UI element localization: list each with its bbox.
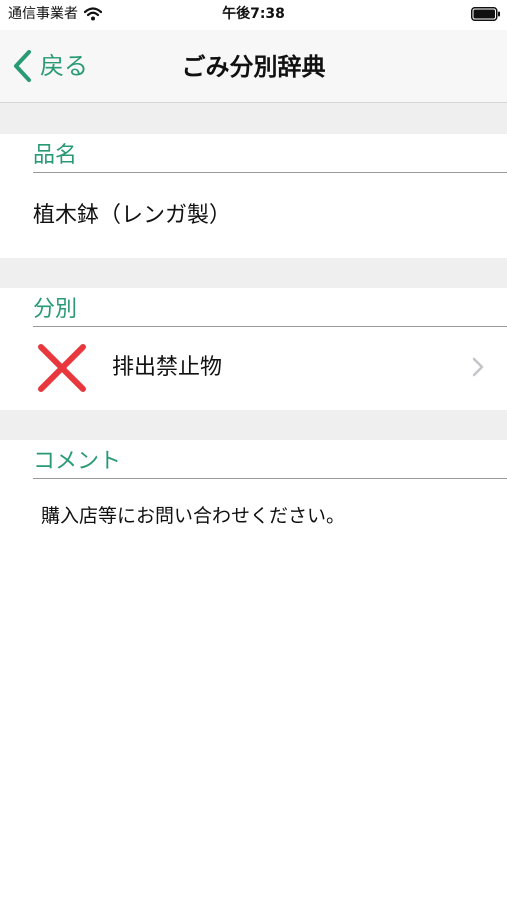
navigation-bar: 戻る ごみ分別辞典 <box>0 30 507 103</box>
classification-row[interactable]: 排出禁止物 <box>0 326 507 408</box>
page-title: ごみ分別辞典 <box>181 53 326 81</box>
item-name-header: 品名 <box>33 134 507 173</box>
classification-label: 排出禁止物 <box>112 355 223 380</box>
status-time: 午後7:38 <box>222 6 285 22</box>
chevron-right-icon <box>472 357 484 377</box>
item-name-value: 植木鉢（レンガ製） <box>33 203 232 228</box>
comment-header: コメント <box>33 440 507 479</box>
status-bar: 通信事業者 午後7:38 <box>0 0 507 30</box>
comment-text: 購入店等にお問い合わせください。 <box>41 505 346 527</box>
comment-header-label: コメント <box>33 449 122 474</box>
section-spacer <box>0 103 507 134</box>
section-spacer <box>0 410 507 440</box>
classification-header-label: 分別 <box>33 297 78 322</box>
item-name-header-label: 品名 <box>33 143 78 168</box>
classification-header: 分別 <box>33 288 507 327</box>
battery-icon <box>471 7 500 21</box>
red-x-icon <box>38 344 86 392</box>
section-spacer <box>0 258 507 288</box>
